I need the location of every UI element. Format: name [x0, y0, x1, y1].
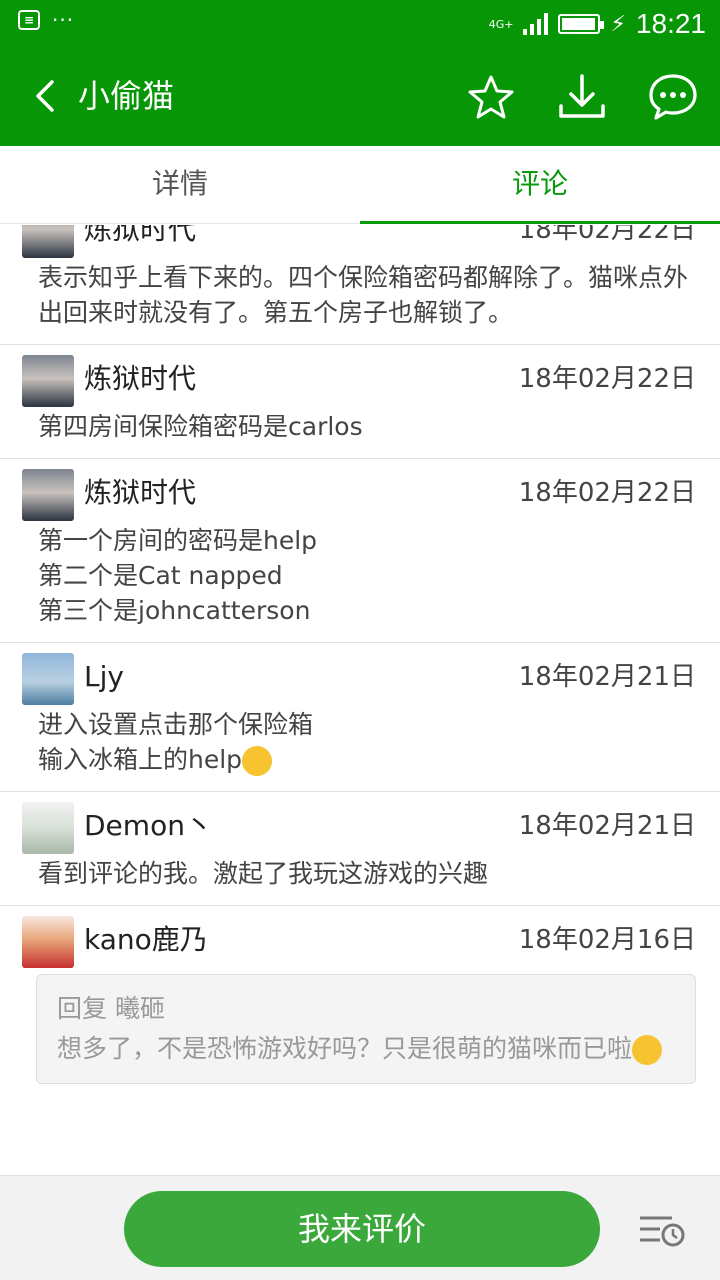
comment-username[interactable]: Demon丶: [84, 808, 213, 844]
comment-text-content: 进入设置点击那个保险箱 输入冰箱上的help: [38, 710, 314, 774]
comment-item: 炼狱时代 18年02月22日 第四房间保险箱密码是carlos: [0, 355, 720, 459]
laugh-emoji-icon: [632, 1035, 663, 1065]
status-time: 18:21: [635, 8, 706, 39]
download-icon[interactable]: [557, 72, 607, 122]
comment-item: 炼狱时代 18年02月22日 第一个房间的密码是help 第二个是Cat nap…: [0, 469, 720, 643]
avatar[interactable]: [22, 355, 74, 407]
comment-date: 18年02月22日: [518, 364, 696, 394]
history-icon[interactable]: [638, 1212, 686, 1248]
comment-text: 第一个房间的密码是help 第二个是Cat napped 第三个是johncat…: [38, 526, 318, 625]
tab-details[interactable]: 详情: [0, 146, 360, 223]
comment-item: kano鹿乃 18年02月16日 回复 曦砸 想多了，不是恐怖游戏好吗？只是很萌…: [0, 916, 720, 1084]
status-left: ≡ ···: [18, 10, 74, 30]
bottom-bar: 我来评价: [0, 1175, 720, 1280]
status-right: 4G+ ⚡ 18:21: [489, 6, 706, 42]
avatar[interactable]: [22, 916, 74, 968]
app-notification-icon: ≡: [18, 10, 40, 30]
comment-username[interactable]: kano鹿乃: [84, 922, 208, 958]
status-overflow-icon: ···: [52, 8, 75, 32]
signal-icon: [523, 13, 549, 35]
avatar[interactable]: [22, 802, 74, 854]
app-bar: 小偷猫: [0, 48, 720, 146]
comment-date: 18年02月21日: [518, 662, 696, 692]
charging-icon: ⚡: [610, 11, 626, 37]
comment-username[interactable]: 炼狱时代: [84, 225, 196, 248]
comment-username[interactable]: Ljy: [84, 659, 124, 695]
comment-date: 18年02月21日: [518, 811, 696, 841]
star-icon[interactable]: [466, 72, 516, 122]
tab-bar: 详情 评论: [0, 146, 720, 224]
reply-text: 回复 曦砸 想多了，不是恐怖游戏好吗？只是很萌的猫咪而已啦: [57, 994, 633, 1063]
page-title: 小偷猫: [78, 77, 175, 115]
tab-comments[interactable]: 评论: [360, 146, 720, 224]
comment-date: 18年02月22日: [518, 225, 696, 245]
avatar[interactable]: [22, 653, 74, 705]
smile-emoji-icon: [242, 746, 273, 776]
back-icon[interactable]: [26, 76, 66, 116]
comment-item: 炼狱时代 18年02月22日 表示知乎上看下来的。四个保险箱密码都解除了。猫咪点…: [0, 225, 720, 345]
rate-button[interactable]: 我来评价: [124, 1191, 600, 1267]
comment-text: 表示知乎上看下来的。四个保险箱密码都解除了。猫咪点外出回来时就没有了。第五个房子…: [38, 263, 689, 327]
comment-username[interactable]: 炼狱时代: [84, 361, 196, 397]
network-type: 4G+: [488, 17, 514, 31]
battery-level: [562, 18, 595, 30]
avatar[interactable]: [22, 225, 74, 258]
battery-icon: [558, 14, 605, 34]
comment-text: 第四房间保险箱密码是carlos: [38, 412, 363, 441]
comment-item: Demon丶 18年02月21日 看到评论的我。激起了我玩这游戏的兴趣: [0, 802, 720, 906]
comment-date: 18年02月22日: [518, 478, 696, 508]
reply-quote: 回复 曦砸 想多了，不是恐怖游戏好吗？只是很萌的猫咪而已啦: [36, 974, 696, 1084]
avatar[interactable]: [22, 469, 74, 521]
comment-username[interactable]: 炼狱时代: [84, 475, 196, 511]
comment-list[interactable]: 炼狱时代 18年02月22日 表示知乎上看下来的。四个保险箱密码都解除了。猫咪点…: [0, 225, 720, 1175]
comment-date: 18年02月16日: [518, 925, 696, 955]
comment-item: Ljy 18年02月21日 进入设置点击那个保险箱 输入冰箱上的help: [0, 653, 720, 792]
message-icon[interactable]: [648, 72, 698, 122]
comment-text: 看到评论的我。激起了我玩这游戏的兴趣: [38, 859, 489, 888]
comment-text: 进入设置点击那个保险箱 输入冰箱上的help: [22, 707, 696, 791]
status-bar: ≡ ··· 4G+ ⚡ 18:21: [0, 0, 720, 48]
